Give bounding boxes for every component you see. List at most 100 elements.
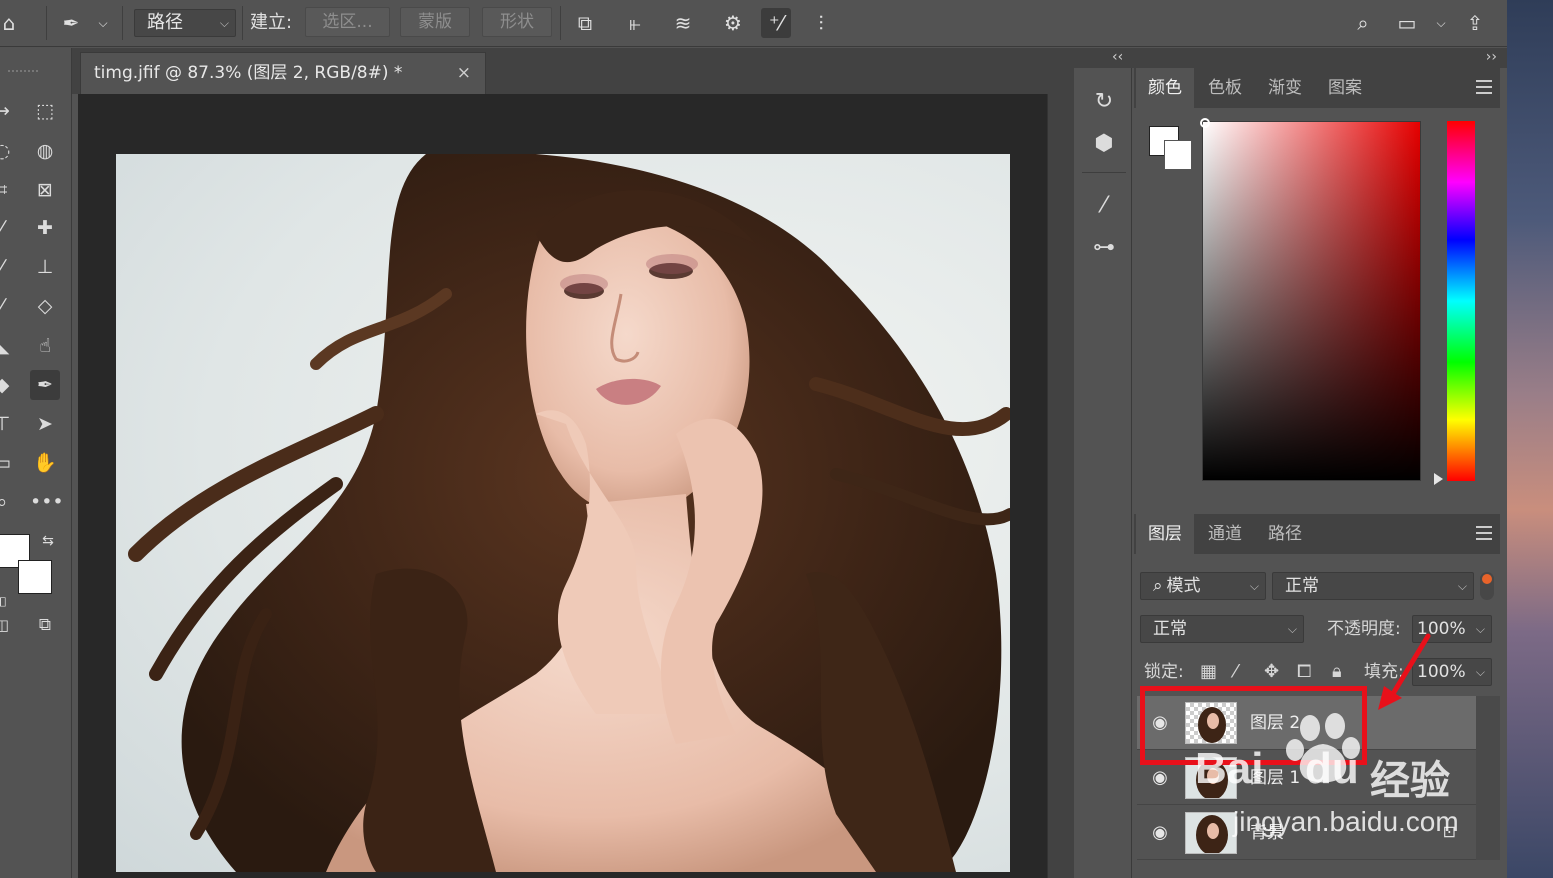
collapse-left-icon[interactable]: ‹‹ — [1112, 49, 1123, 65]
lasso-tool-icon[interactable]: ◌ — [0, 136, 12, 166]
chevron-down-icon[interactable]: ⌵ — [88, 8, 118, 38]
align-edges-icon[interactable]: ⫶ — [806, 8, 836, 38]
chevron-down-icon[interactable]: ⌵ — [1426, 8, 1456, 38]
filter-toggle-dot — [1482, 574, 1492, 584]
brush-settings-icon[interactable]: ⁄ — [1088, 190, 1120, 222]
gear-icon[interactable]: ⚙ — [718, 8, 748, 38]
vertical-scrollbar[interactable] — [1047, 94, 1074, 878]
tab-patterns[interactable]: 图案 — [1316, 68, 1374, 108]
color-picker-handle[interactable] — [1200, 118, 1210, 128]
workspace-icon[interactable]: ▭ — [1392, 8, 1422, 38]
panel-icon-strip: ↻ ⬢ ⁄ ⊶ — [1076, 68, 1132, 878]
panel-menu-icon[interactable] — [1476, 80, 1492, 94]
divider — [122, 6, 123, 40]
filter-toggle[interactable] — [1480, 572, 1494, 600]
eyedropper-tool-icon[interactable]: ⁄ — [0, 213, 12, 243]
tab-layers[interactable]: 图层 — [1136, 514, 1194, 554]
divider — [242, 6, 243, 40]
hand-tool-icon[interactable]: ✋ — [30, 448, 60, 478]
frame-tool-icon[interactable]: ⊠ — [30, 175, 60, 205]
close-icon[interactable]: × — [457, 53, 471, 93]
screen-mode-icon[interactable]: ⧉ — [30, 610, 60, 640]
home-icon[interactable]: ⌂ — [0, 8, 24, 38]
hue-slider-handle[interactable] — [1434, 473, 1443, 485]
tab-paths[interactable]: 路径 — [1256, 514, 1314, 554]
pen-tool-icon[interactable]: ✒ — [30, 370, 60, 400]
layer-filter-label: 模式 — [1166, 576, 1201, 596]
tab-color[interactable]: 颜色 — [1136, 68, 1194, 108]
lock-position-icon[interactable]: ✥ — [1264, 658, 1279, 686]
lock-icon: ⊡ — [1442, 822, 1456, 841]
desktop-background — [1507, 0, 1553, 878]
swap-colors-icon[interactable]: ⇆ — [36, 526, 60, 556]
lock-image-icon[interactable]: ⁄ — [1234, 658, 1237, 686]
color-panel: 颜色 色板 渐变 图案 — [1134, 68, 1500, 512]
document-tab-bar: timg.jfif @ 87.3% (图层 2, RGB/8#) * × — [72, 48, 1074, 94]
3d-panel-icon[interactable]: ⬢ — [1088, 128, 1120, 160]
color-field[interactable] — [1202, 121, 1421, 481]
pen-mode-select[interactable]: 路径 ⌵ — [134, 9, 236, 37]
path-operations-icon[interactable]: ⧉ — [570, 8, 600, 38]
tab-gradients[interactable]: 渐变 — [1256, 68, 1314, 108]
type-tool-icon[interactable]: ⊤ — [0, 409, 12, 439]
lock-all-icon[interactable]: 🔒︎ — [1332, 658, 1342, 686]
make-mask-button[interactable]: 蒙版 — [400, 7, 470, 37]
make-shape-button[interactable]: 形状 — [482, 7, 552, 37]
hue-slider[interactable] — [1447, 121, 1475, 481]
dodge-tool-icon[interactable]: ◆ — [0, 370, 12, 400]
chevron-down-icon: ⌵ — [219, 16, 229, 30]
chevron-down-icon: ⌵ — [1475, 665, 1485, 679]
document-title: timg.jfif @ 87.3% (图层 2, RGB/8#) * — [94, 63, 403, 83]
quick-selection-tool-icon[interactable]: ◍ — [30, 136, 60, 166]
search-icon[interactable]: ⌕ — [1348, 8, 1378, 38]
more-tools-icon[interactable]: ••• — [30, 487, 64, 517]
smudge-tool-icon[interactable]: ☝ — [30, 331, 60, 361]
background-color-swatch[interactable] — [18, 560, 52, 594]
auto-add-delete-icon[interactable]: ⁺⁄ — [761, 8, 791, 38]
history-panel-icon[interactable]: ↻ — [1088, 86, 1120, 118]
chevron-down-icon: ⌵ — [1457, 579, 1467, 593]
layer-row[interactable]: ◉ 背景 ⊡ — [1137, 806, 1476, 860]
layer-filter-select[interactable]: ⌕ 模式 ⌵ — [1140, 572, 1266, 600]
layer-filter-mode-value: 正常 — [1285, 576, 1319, 596]
tab-channels[interactable]: 通道 — [1196, 514, 1254, 554]
quick-mask-icon[interactable]: ◫ — [0, 610, 12, 640]
brush-tool-icon[interactable]: ⁄ — [0, 252, 12, 282]
move-tool-icon[interactable]: ↦ — [0, 96, 12, 126]
tab-swatches[interactable]: 色板 — [1196, 68, 1254, 108]
crop-tool-icon[interactable]: ⌗ — [0, 175, 12, 205]
search-icon: ⌕ — [1153, 576, 1163, 596]
share-icon[interactable]: ⇪ — [1460, 8, 1490, 38]
blend-mode-select[interactable]: 正常 ⌵ — [1140, 615, 1304, 643]
layer-filter-mode-select[interactable]: 正常 ⌵ — [1272, 572, 1474, 600]
path-selection-tool-icon[interactable]: ➤ — [30, 409, 60, 439]
visibility-eye-icon[interactable]: ◉ — [1149, 822, 1171, 844]
pen-tool-preset-icon[interactable]: ✒ — [56, 8, 86, 38]
path-arrangement-icon[interactable]: ≋ — [668, 8, 698, 38]
blend-mode-value: 正常 — [1153, 619, 1187, 639]
eraser-tool-icon[interactable]: ◇ — [30, 291, 60, 321]
document-tab[interactable]: timg.jfif @ 87.3% (图层 2, RGB/8#) * × — [80, 52, 486, 94]
make-selection-button[interactable]: 选区... — [305, 7, 390, 37]
collapse-right-icon[interactable]: ›› — [1486, 49, 1497, 65]
layers-scrollbar[interactable] — [1476, 696, 1500, 860]
rectangle-tool-icon[interactable]: ▭ — [0, 448, 12, 478]
panel-menu-icon[interactable] — [1476, 526, 1492, 540]
dock-header: ‹‹ ›› — [1074, 48, 1507, 68]
path-alignment-icon[interactable]: ⫦ — [620, 8, 650, 38]
adjustments-icon[interactable]: ⊶ — [1088, 232, 1120, 264]
marquee-tool-icon[interactable]: ⬚ — [30, 96, 60, 126]
background-color-swatch[interactable] — [1164, 140, 1192, 170]
zoom-tool-icon[interactable]: ⌕ — [0, 487, 12, 517]
layer-thumbnail-image — [1196, 815, 1228, 853]
make-label: 建立: — [250, 12, 293, 33]
lock-transparent-icon[interactable]: ▦ — [1200, 658, 1217, 686]
chevron-down-icon: ⌵ — [1287, 622, 1297, 636]
clone-stamp-tool-icon[interactable]: ⊥ — [30, 252, 60, 282]
toolbar-grip[interactable] — [8, 70, 38, 73]
history-brush-tool-icon[interactable]: ⁄ — [0, 291, 12, 321]
lock-artboard-icon[interactable]: ⧠ — [1297, 658, 1311, 686]
visibility-eye-icon[interactable]: ◉ — [1149, 767, 1171, 789]
healing-brush-tool-icon[interactable]: ✚ — [30, 213, 60, 243]
paint-bucket-tool-icon[interactable]: ◣ — [0, 331, 12, 361]
